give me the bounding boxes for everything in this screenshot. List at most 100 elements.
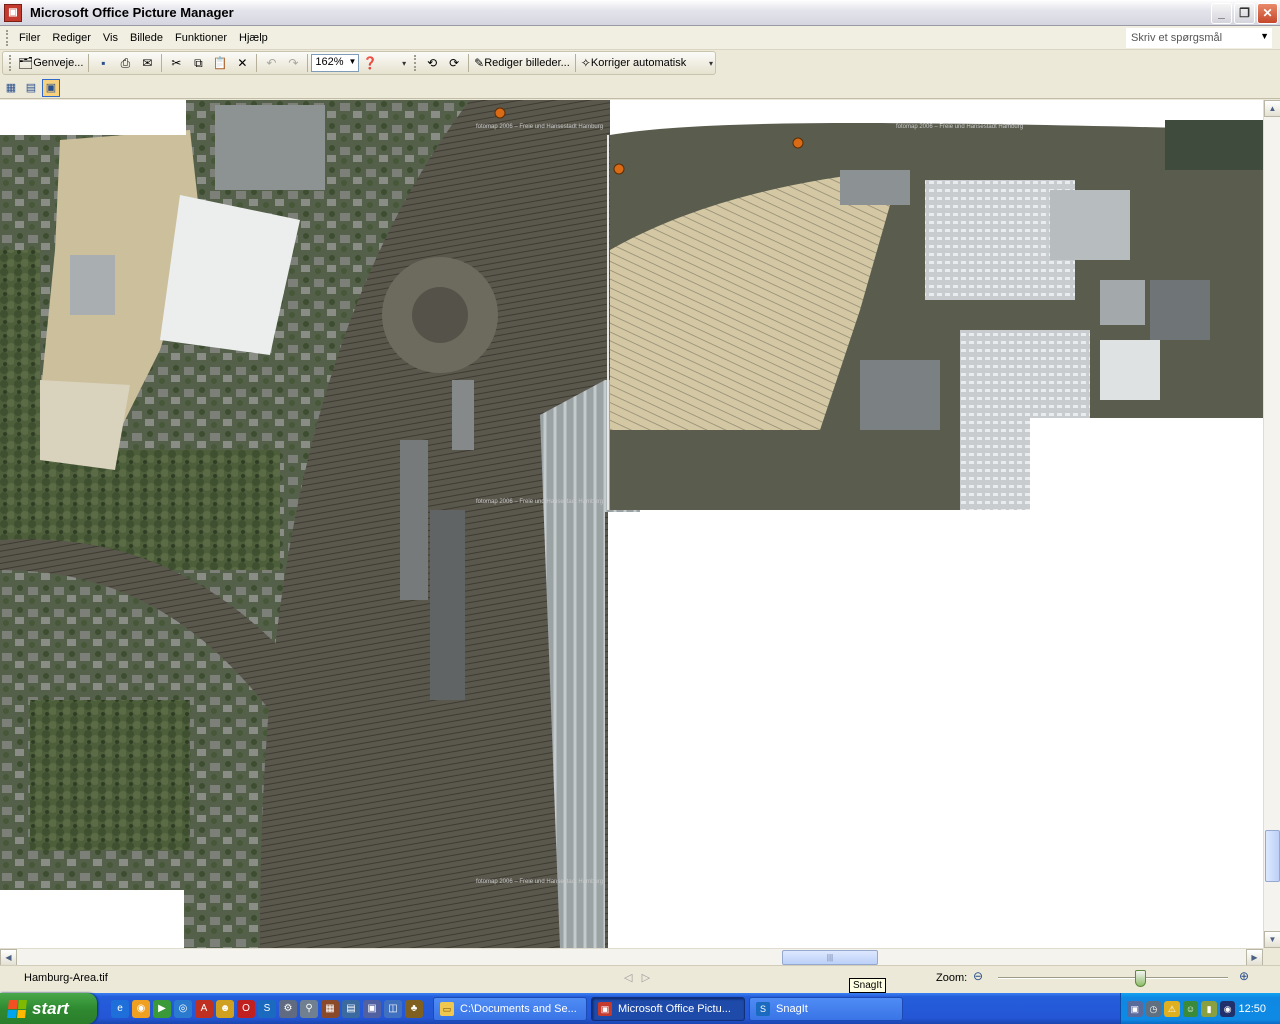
aerial-photo: fotomap 2006 – Freie und Hansestadt Hamb… xyxy=(0,100,1263,948)
close-button[interactable]: ✕ xyxy=(1257,3,1278,24)
scroll-left-button[interactable]: ◀ xyxy=(0,949,17,966)
menubar-grip[interactable] xyxy=(6,29,9,46)
antivirus-tray-icon[interactable]: ◉ xyxy=(1219,1000,1236,1017)
cut-button[interactable]: ✂ xyxy=(165,53,187,73)
delete-button[interactable]: ✕ xyxy=(231,53,253,73)
task-label: Microsoft Office Pictu... xyxy=(618,1002,731,1015)
vertical-scrollbar[interactable]: ▲ ▼ xyxy=(1263,100,1280,948)
delete-icon: ✕ xyxy=(237,56,248,70)
next-picture-icon[interactable]: ▷ xyxy=(642,972,650,984)
paste-button[interactable]: 📋 xyxy=(209,53,231,73)
scroll-right-button[interactable]: ▶ xyxy=(1246,949,1263,966)
clock-tray-icon[interactable]: ◷ xyxy=(1145,1000,1162,1017)
help-question-input[interactable]: Skriv et spørgsmål ▼ xyxy=(1126,28,1272,48)
horizontal-scrollbar[interactable]: ◀ ||| ▶ xyxy=(0,948,1263,966)
clock: 12:50 xyxy=(1238,1002,1266,1015)
rotate-right-button[interactable]: ⟳ xyxy=(443,53,465,73)
horizontal-scroll-thumb[interactable]: ||| xyxy=(782,950,878,965)
security-tray-icon[interactable]: ⚠ xyxy=(1164,1000,1180,1017)
zoom-slider-thumb[interactable] xyxy=(1135,970,1147,987)
print-button[interactable]: ⎙ xyxy=(114,53,136,73)
view-toolbar: ▦ ▤ ▣ xyxy=(0,77,1280,99)
scroll-down-button[interactable]: ▼ xyxy=(1264,931,1280,948)
scroll-up-button[interactable]: ▲ xyxy=(1264,100,1280,117)
network-icon[interactable]: ▣ xyxy=(363,999,381,1018)
menu-hjaelp[interactable]: Hjælp xyxy=(233,32,274,44)
outlook-icon[interactable]: ◉ xyxy=(132,999,150,1018)
toolbar-grip[interactable] xyxy=(9,55,12,71)
task-label: SnagIt xyxy=(776,1002,808,1015)
thumbnail-view-icon: ▦ xyxy=(5,82,17,94)
menu-filer[interactable]: Filer xyxy=(13,32,46,44)
messenger-icon[interactable]: ☻ xyxy=(216,999,234,1018)
menu-bar: Filer Rediger Vis Billede Funktioner Hjæ… xyxy=(0,26,1280,50)
help-question-placeholder: Skriv et spørgsmål xyxy=(1131,32,1223,44)
remote-desktop-icon[interactable]: ◫ xyxy=(384,999,402,1018)
acrobat-icon[interactable]: A xyxy=(195,999,213,1018)
save-button[interactable]: ▪ xyxy=(92,53,114,73)
task-label: C:\Documents and Se... xyxy=(460,1002,577,1015)
zoom-out-icon[interactable]: ⊖ xyxy=(973,969,983,983)
redo-button[interactable]: ↷ xyxy=(282,53,304,73)
film-icon[interactable]: ▦ xyxy=(321,999,339,1018)
picture-viewport[interactable]: fotomap 2006 – Freie und Hansestadt Hamb… xyxy=(0,100,1263,948)
chevron-down-icon: ▼ xyxy=(1260,31,1269,41)
taskbar-button-picture-manager[interactable]: ▣ Microsoft Office Pictu... xyxy=(591,996,745,1021)
auto-correct-button[interactable]: ✧ Korriger automatisk xyxy=(579,53,688,73)
previous-picture-icon[interactable]: ◁ xyxy=(624,972,632,984)
search-icon[interactable]: ⚲ xyxy=(300,999,318,1018)
filmstrip-view-button[interactable]: ▤ xyxy=(22,79,40,97)
toolbar-grip[interactable] xyxy=(414,55,417,71)
window-title: Microsoft Office Picture Manager xyxy=(30,5,234,20)
standard-toolbar: 🗂 Genveje... ▪ ⎙ ✉ ✂ ⧉ 📋 ✕ ↶ ↷ 162% ▼ ❓ … xyxy=(2,51,716,75)
zoom-select[interactable]: 162% ▼ xyxy=(311,54,360,72)
start-label: start xyxy=(32,998,69,1018)
browser-icon[interactable]: ◎ xyxy=(174,999,192,1018)
help-button[interactable]: ❓ xyxy=(359,53,381,73)
snagit-quicklaunch-icon[interactable]: S xyxy=(258,999,276,1018)
calculator-icon[interactable]: ▤ xyxy=(342,999,360,1018)
users-tray-icon[interactable]: ☺ xyxy=(1182,1000,1199,1017)
email-button[interactable]: ✉ xyxy=(136,53,158,73)
separator xyxy=(88,54,90,72)
watermark-text: fotomap 2006 – Freie und Hansestadt Hamb… xyxy=(896,124,1023,130)
zoom-slider-track[interactable] xyxy=(998,977,1228,979)
media-player-icon[interactable]: ▶ xyxy=(153,999,171,1018)
shortcuts-button[interactable]: 🗂 Genveje... xyxy=(16,53,85,73)
separator xyxy=(574,54,576,72)
minimize-button[interactable]: _ xyxy=(1211,3,1232,24)
menu-vis[interactable]: Vis xyxy=(97,32,124,44)
tools-icon[interactable]: ⚙ xyxy=(279,999,297,1018)
copy-button[interactable]: ⧉ xyxy=(187,53,209,73)
thumbnail-view-button[interactable]: ▦ xyxy=(2,79,20,97)
menu-rediger[interactable]: Rediger xyxy=(46,32,97,44)
redo-icon: ↷ xyxy=(288,56,299,70)
paste-icon: 📋 xyxy=(212,56,228,70)
zoom-in-icon[interactable]: ⊕ xyxy=(1239,969,1249,983)
vertical-scroll-thumb[interactable] xyxy=(1265,830,1280,882)
undo-button[interactable]: ↶ xyxy=(260,53,282,73)
windows-logo-icon xyxy=(7,999,27,1018)
system-tray: ▣ ◷ ⚠ ☺ ▮ ◉ 12:50 xyxy=(1120,993,1280,1024)
print-icon: ⎙ xyxy=(120,55,131,70)
menu-funktioner[interactable]: Funktioner xyxy=(169,32,233,44)
picture-manager-window: ▣ Microsoft Office Picture Manager _ ❐ ✕… xyxy=(0,0,1280,1024)
edit-pictures-button[interactable]: ✎ Rediger billeder... xyxy=(472,53,572,73)
toolbar-options-button[interactable]: ▾ xyxy=(400,53,408,73)
rotate-left-button[interactable]: ⟲ xyxy=(421,53,443,73)
restore-button[interactable]: ❐ xyxy=(1234,3,1255,24)
copy-icon: ⧉ xyxy=(194,55,203,70)
battery-tray-icon[interactable]: ▮ xyxy=(1201,1000,1217,1017)
title-bar[interactable]: ▣ Microsoft Office Picture Manager _ ❐ ✕ xyxy=(0,0,1280,26)
network-tray-icon[interactable]: ▣ xyxy=(1127,1000,1143,1017)
start-button[interactable]: start xyxy=(0,993,97,1024)
taskbar-button-snagit[interactable]: S SnagIt xyxy=(749,996,903,1021)
menu-billede[interactable]: Billede xyxy=(124,32,169,44)
separator xyxy=(468,54,470,72)
opera-icon[interactable]: O xyxy=(237,999,255,1018)
toolbar-options-button[interactable]: ▾ xyxy=(707,53,715,73)
internet-explorer-icon[interactable]: e xyxy=(111,999,129,1018)
game-icon[interactable]: ♣ xyxy=(405,999,423,1018)
single-picture-view-button[interactable]: ▣ xyxy=(42,78,60,97)
taskbar-button-explorer[interactable]: ▭ C:\Documents and Se... xyxy=(433,996,587,1021)
